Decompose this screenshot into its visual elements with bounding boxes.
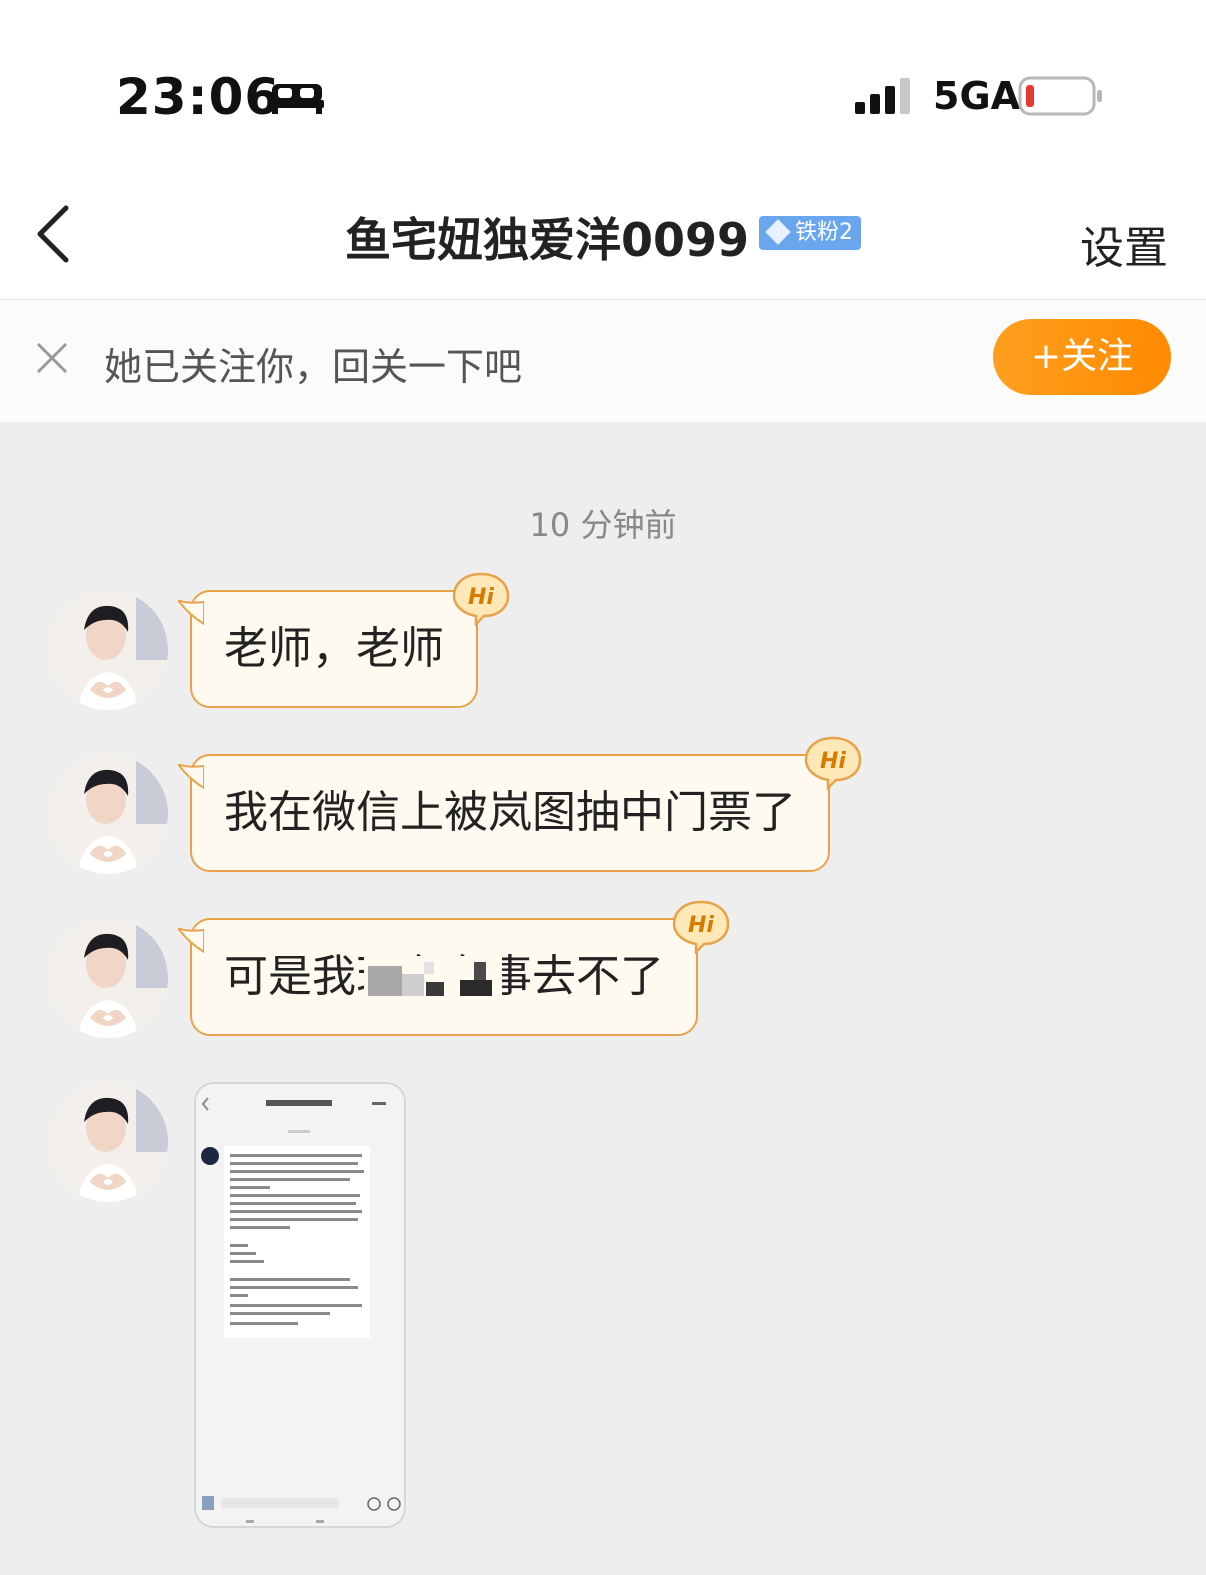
message-bubble[interactable]: 老师，老师 Hi	[178, 572, 510, 708]
title-wrap: 鱼宅妞独爱洋0099 铁粉2	[0, 204, 1206, 270]
page-title: 鱼宅妞独爱洋0099	[344, 213, 750, 267]
status-time: 23:06	[116, 68, 281, 126]
avatar[interactable]	[48, 918, 168, 1038]
message-bubble[interactable]: 可是我现在有事去不了 Hi	[178, 900, 730, 1036]
avatar[interactable]	[48, 754, 168, 874]
message-bubble[interactable]: 我在微信上被岚图抽中门票了 Hi	[178, 736, 862, 872]
chat-screenshot-thumbnail	[196, 1084, 404, 1526]
avatar-portrait-icon	[48, 1082, 168, 1202]
close-icon[interactable]	[36, 342, 68, 374]
diamond-icon	[765, 219, 791, 245]
status-bar: 23:06 5GA	[0, 0, 1206, 180]
battery-icon	[1018, 76, 1102, 116]
bed-icon	[270, 84, 324, 114]
hi-badge-label: Hi	[468, 585, 494, 610]
avatar-portrait-icon	[48, 918, 168, 1038]
message-text: 老师，老师	[224, 623, 444, 674]
bubble-tail	[178, 600, 204, 626]
follow-prompt-text: 她已关注你，回关一下吧	[104, 345, 523, 389]
hi-badge-label: Hi	[820, 749, 846, 774]
follow-banner: 她已关注你，回关一下吧 +关注	[0, 300, 1206, 422]
network-label: 5GA	[933, 74, 1021, 118]
avatar[interactable]	[48, 590, 168, 710]
hi-badge-icon: Hi	[452, 572, 510, 626]
pixelation-mask	[364, 956, 502, 1006]
image-message[interactable]	[194, 1082, 406, 1528]
bubble-tail	[178, 928, 204, 954]
follow-button[interactable]: +关注	[993, 319, 1171, 395]
signal-icon	[855, 78, 910, 114]
fan-badge-label: 铁粉2	[795, 220, 854, 245]
avatar-portrait-icon	[48, 590, 168, 710]
message-timestamp: 10 分钟前	[529, 506, 677, 544]
hi-badge-icon: Hi	[672, 900, 730, 954]
avatar-portrait-icon	[48, 754, 168, 874]
bubble-tail	[178, 764, 204, 790]
hi-badge-icon: Hi	[804, 736, 862, 790]
fan-badge: 铁粉2	[759, 216, 862, 250]
settings-button[interactable]: 设置	[1080, 212, 1168, 276]
message-text: 我在微信上被岚图抽中门票了	[224, 787, 796, 838]
nav-bar: 鱼宅妞独爱洋0099 铁粉2 设置	[0, 180, 1206, 300]
avatar[interactable]	[48, 1082, 168, 1202]
hi-badge-label: Hi	[688, 913, 714, 938]
